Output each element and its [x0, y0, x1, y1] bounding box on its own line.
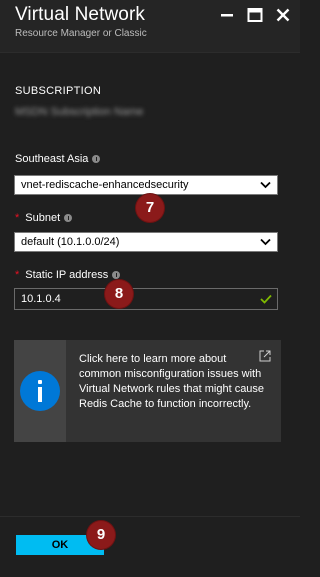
subscription-label: SUBSCRIPTION [15, 85, 102, 97]
minimize-icon [221, 14, 233, 17]
info-icon[interactable] [92, 155, 101, 163]
window-controls [218, 6, 292, 24]
static-ip-label-text: Static IP address [25, 269, 109, 281]
static-ip-label: * Static IP address [15, 269, 121, 281]
subnet-label: * Subnet [15, 212, 73, 224]
vnet-dropdown[interactable]: vnet-rediscache-enhancedsecurity [14, 175, 278, 195]
close-button[interactable] [274, 6, 292, 24]
static-ip-value: 10.1.0.4 [21, 293, 61, 305]
static-ip-input[interactable]: 10.1.0.4 [14, 288, 278, 310]
vnet-region-label: Southeast Asia [15, 153, 101, 165]
header-divider [0, 52, 300, 53]
subnet-label-text: Subnet [25, 212, 61, 224]
info-icon-container [14, 340, 66, 442]
chevron-down-icon [260, 181, 271, 189]
minimize-button[interactable] [218, 6, 236, 24]
callout-badge-8: 8 [105, 280, 133, 308]
subnet-dropdown[interactable]: default (10.1.0.0/24) [14, 232, 278, 252]
footer-divider [0, 516, 300, 517]
maximize-button[interactable] [246, 6, 264, 24]
vnet-region-label-text: Southeast Asia [15, 153, 89, 165]
blade-subtitle: Resource Manager or Classic [15, 28, 147, 39]
virtual-network-blade: Virtual Network Resource Manager or Clas… [0, 0, 300, 577]
callout-badge-7: 7 [136, 194, 164, 222]
vnet-dropdown-value: vnet-rediscache-enhancedsecurity [21, 179, 189, 191]
info-icon[interactable] [112, 271, 121, 279]
maximize-icon [247, 8, 263, 22]
close-icon [276, 8, 290, 22]
misconfiguration-info-link[interactable]: Click here to learn more about common mi… [14, 340, 281, 442]
blade-header: Virtual Network Resource Manager or Clas… [0, 0, 300, 52]
info-box-text: Click here to learn more about common mi… [79, 353, 265, 410]
info-icon[interactable] [64, 214, 73, 222]
subscription-value: MSDN Subscription Name [15, 106, 144, 118]
required-marker: * [15, 212, 20, 224]
checkmark-icon [260, 294, 272, 304]
subnet-dropdown-value: default (10.1.0.0/24) [21, 236, 120, 248]
callout-badge-9: 9 [87, 521, 115, 549]
required-marker: * [15, 269, 20, 281]
info-circle-icon [20, 371, 60, 411]
external-link-icon [259, 350, 271, 362]
blade-title: Virtual Network [15, 4, 145, 25]
chevron-down-icon [260, 238, 271, 246]
